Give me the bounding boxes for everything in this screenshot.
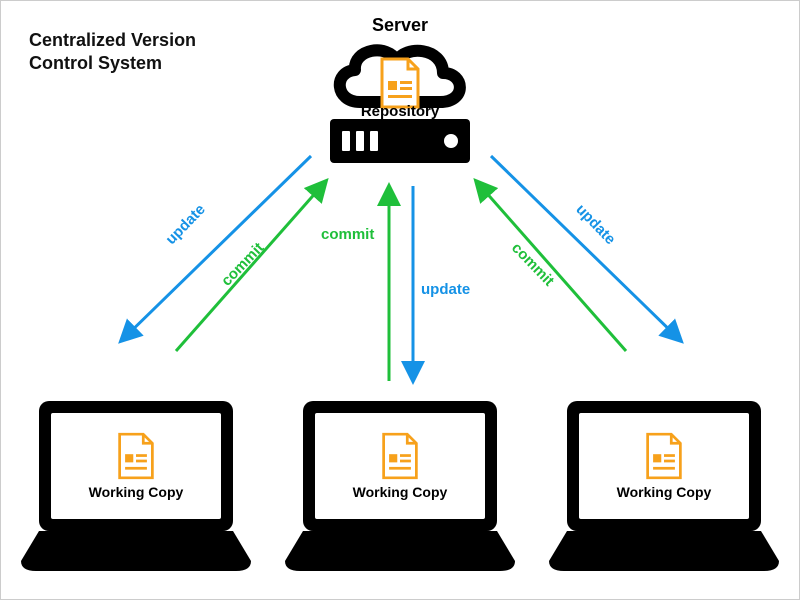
working-copy-label: Working Copy [89, 484, 184, 500]
working-copy-label: Working Copy [353, 484, 448, 500]
label-update-center: update [421, 281, 470, 298]
repository-label: Repository [361, 103, 439, 120]
doc-icon [380, 432, 420, 480]
diagram-title: Centralized Version Control System [29, 29, 249, 74]
label-commit-left: commit [218, 239, 267, 289]
doc-icon [116, 432, 156, 480]
label-commit-center: commit [321, 226, 374, 243]
arrow-update-left [121, 156, 311, 341]
diagram-stage: Centralized Version Control System Serve… [0, 0, 800, 600]
arrow-commit-right [476, 181, 626, 351]
server-rack-icon [330, 119, 470, 163]
label-update-left: update [162, 201, 208, 248]
working-copy-label: Working Copy [617, 484, 712, 500]
laptop-base-icon [285, 531, 515, 571]
repository-doc-icon [378, 57, 422, 109]
laptop-right: Working Copy [549, 401, 779, 571]
label-commit-right: commit [508, 239, 557, 289]
server-label: Server [372, 15, 428, 36]
laptop-base-icon [21, 531, 251, 571]
laptop-center: Working Copy [285, 401, 515, 571]
laptop-left: Working Copy [21, 401, 251, 571]
laptop-base-icon [549, 531, 779, 571]
label-update-right: update [572, 201, 618, 248]
doc-icon [644, 432, 684, 480]
